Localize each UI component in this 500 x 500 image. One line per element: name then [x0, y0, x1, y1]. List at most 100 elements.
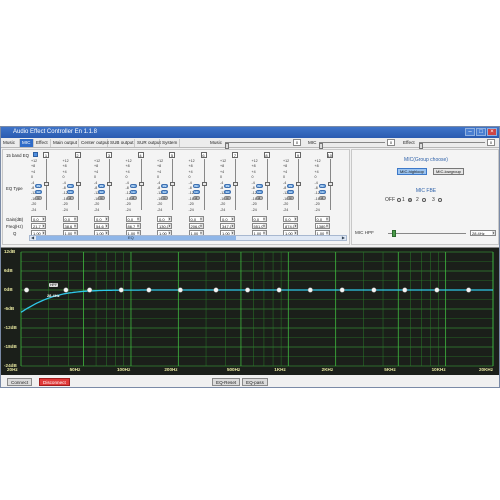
tab-mic[interactable]: MIC — [20, 139, 34, 147]
eq-band-point-1[interactable] — [24, 287, 30, 293]
connect-button[interactable]: Connect — [7, 378, 33, 386]
spinner-arrow-icon[interactable]: ▾ — [231, 224, 234, 228]
freq-field[interactable]: 86.7 ▾ — [125, 223, 141, 229]
fbe-radio-2[interactable] — [422, 198, 426, 202]
spinner-arrow-icon[interactable]: ▾ — [199, 217, 203, 221]
freq-field[interactable]: 347.0 ▾ — [220, 223, 235, 229]
gain-slider-thumb[interactable] — [201, 182, 207, 186]
eq-type-lo-button[interactable]: Lo — [35, 190, 42, 194]
gain-field[interactable]: 0.0 ▾ — [283, 216, 298, 222]
spinner-arrow-icon[interactable]: ▾ — [73, 224, 77, 228]
mic-hpf-value[interactable]: 28.4Hz ▾ — [470, 230, 496, 236]
effect-level-value[interactable]: 0 — [487, 139, 495, 146]
eq-type-pk-button[interactable]: Pk — [192, 184, 200, 188]
gain-slider-thumb[interactable] — [75, 182, 81, 186]
eq-type-pk-button[interactable]: Pk — [161, 184, 168, 188]
tab-main-output[interactable]: Main output — [51, 139, 79, 147]
spinner-arrow-icon[interactable]: ▾ — [262, 217, 266, 221]
freq-field[interactable]: 38.6 ▾ — [62, 223, 78, 229]
eq-band-point-9[interactable] — [276, 287, 282, 293]
eq-type-hi-button[interactable]: Hi — [318, 196, 326, 200]
freq-field[interactable]: 874.0 ▾ — [283, 223, 298, 229]
mic-highloop-button[interactable]: MIC-highloop — [397, 168, 427, 175]
eq-type-pk-button[interactable]: Pk — [129, 184, 137, 188]
spinner-arrow-icon[interactable]: ▾ — [168, 217, 171, 221]
channel-number-1[interactable]: 1 — [43, 152, 49, 158]
gain-slider-thumb[interactable] — [296, 182, 301, 186]
spinner-arrow-icon[interactable]: ▾ — [136, 224, 140, 228]
gain-field[interactable]: 0.0 ▾ — [314, 216, 330, 222]
eq-type-lo-button[interactable]: Lo — [161, 190, 168, 194]
freq-field[interactable]: 551.0 ▾ — [251, 223, 267, 229]
gain-field[interactable]: 0.0 ▾ — [188, 216, 204, 222]
eq-band-point-12[interactable] — [371, 287, 377, 293]
tab-system[interactable]: System — [160, 139, 180, 147]
freq-field[interactable]: 54.6 ▾ — [94, 223, 109, 229]
eq-type-hi-button[interactable]: Hi — [129, 196, 137, 200]
eq-type-lo-button[interactable]: Lo — [224, 190, 231, 194]
spinner-arrow-icon[interactable]: ▾ — [105, 217, 108, 221]
eq-band-point-5[interactable] — [146, 287, 152, 293]
gain-field[interactable]: 0.0 ▾ — [251, 216, 267, 222]
eq-type-lo-button[interactable]: Lo — [66, 190, 74, 194]
spinner-arrow-icon[interactable]: ▾ — [42, 217, 45, 221]
mic-level-slider[interactable] — [319, 142, 385, 149]
eq-band-point-8[interactable] — [245, 287, 251, 293]
eq-type-hi-button[interactable]: Hi — [98, 196, 105, 200]
freq-field[interactable]: 130.0 ▾ — [157, 223, 172, 229]
eq-type-pk-button[interactable]: Pk — [35, 184, 42, 188]
channel-number-8[interactable]: 8 — [263, 152, 270, 158]
effect-level-slider[interactable] — [419, 142, 485, 149]
gain-field[interactable]: 0.0 ▾ — [220, 216, 235, 222]
channel-number-3[interactable]: 3 — [106, 152, 112, 158]
channel-number-5[interactable]: 5 — [169, 152, 175, 158]
channel-number-7[interactable]: 7 — [232, 152, 238, 158]
tab-sur-output[interactable]: SUR output — [135, 139, 161, 147]
eq-type-pk-button[interactable]: Pk — [255, 184, 263, 188]
eq-type-pk-button[interactable]: Pk — [224, 184, 231, 188]
maximize-button[interactable]: □ — [476, 128, 486, 136]
spinner-arrow-icon[interactable]: ▾ — [73, 217, 77, 221]
disconnect-button[interactable]: Disconnect — [39, 378, 70, 386]
eq-band-point-13[interactable] — [402, 287, 408, 293]
channel-number-2[interactable]: 2 — [74, 152, 81, 158]
gain-field[interactable]: 0.0 ▾ — [157, 216, 172, 222]
eq-type-lo-button[interactable]: Lo — [318, 190, 326, 194]
close-button[interactable]: × — [487, 128, 497, 136]
eq-band-point-7[interactable] — [213, 287, 219, 293]
eq-type-pk-button[interactable]: Pk — [287, 184, 294, 188]
eq-scrollbar[interactable]: ◀ EQ ▶ — [29, 235, 347, 241]
gain-slider-thumb[interactable] — [107, 182, 112, 186]
eq-band-point-3[interactable] — [87, 287, 93, 293]
fbe-radio-off[interactable] — [397, 198, 401, 202]
tab-center-output[interactable]: Center output — [79, 139, 109, 147]
music-level-value[interactable]: 0 — [293, 139, 301, 146]
eq-type-hi-button[interactable]: Hi — [287, 196, 294, 200]
channel-number-4[interactable]: 4 — [137, 152, 144, 158]
channel-number-6[interactable]: 6 — [200, 152, 207, 158]
eq-pass-button[interactable]: EQ-pass — [242, 378, 268, 386]
gain-slider-thumb[interactable] — [264, 182, 270, 186]
channel-number-9[interactable]: 9 — [295, 152, 301, 158]
fbe-radio-1[interactable] — [408, 198, 412, 202]
fbe-radio-3[interactable] — [438, 198, 442, 202]
eq-band-point-4[interactable] — [118, 287, 124, 293]
eq-type-lo-button[interactable]: Lo — [255, 190, 263, 194]
eq-type-pk-button[interactable]: Pk — [318, 184, 326, 188]
gain-field[interactable]: 0.0 ▾ — [31, 216, 46, 222]
eq-type-lo-button[interactable]: Lo — [98, 190, 105, 194]
eq-type-lo-button[interactable]: Lo — [192, 190, 200, 194]
gain-slider-thumb[interactable] — [170, 182, 175, 186]
gain-slider-thumb[interactable] — [233, 182, 238, 186]
freq-field[interactable]: 206.0 ▾ — [188, 223, 204, 229]
mic-lowgroup-button[interactable]: MIC-lowgroup — [433, 168, 464, 175]
tab-effect[interactable]: Effect — [34, 139, 51, 147]
eq-type-hi-button[interactable]: Hi — [224, 196, 231, 200]
spinner-arrow-icon[interactable]: ▾ — [262, 224, 266, 228]
music-level-slider[interactable] — [225, 142, 291, 149]
gain-slider-thumb[interactable] — [327, 182, 333, 186]
gain-field[interactable]: 0.0 ▾ — [62, 216, 78, 222]
eq-band-point-15[interactable] — [466, 287, 472, 293]
tab-sub-output[interactable]: SUB output — [108, 139, 135, 147]
spinner-arrow-icon[interactable]: ▾ — [294, 217, 297, 221]
